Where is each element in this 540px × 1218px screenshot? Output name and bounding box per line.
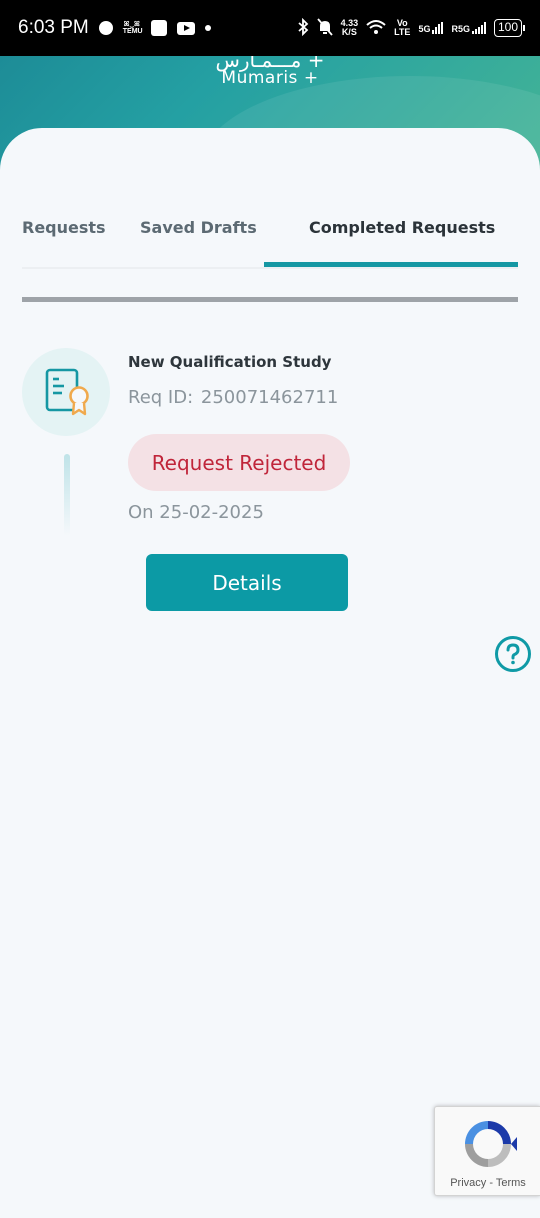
- temu-bottom: TEMU: [122, 28, 143, 35]
- tab-requests[interactable]: Requests: [22, 218, 106, 237]
- content-sheet: Requests Saved Drafts Completed Requests…: [0, 128, 540, 1218]
- temu-icon: ꕤ‿ꕤ TEMU: [122, 21, 143, 35]
- battery-level: 100: [497, 20, 518, 34]
- mute-bell-icon: [316, 17, 333, 39]
- details-button[interactable]: Details: [146, 554, 348, 611]
- chat-bubble-icon: [98, 21, 113, 35]
- net1-label: 5G: [418, 24, 431, 34]
- status-time: 6:03 PM: [18, 17, 89, 38]
- request-icon-circle: [22, 348, 110, 436]
- youtube-icon: [176, 21, 195, 35]
- tab-active-indicator: [264, 262, 518, 267]
- volte-bottom: LTE: [394, 27, 411, 37]
- signal-icon: 5G: [418, 22, 444, 34]
- section-divider: [22, 297, 518, 302]
- certificate-icon: [45, 368, 89, 416]
- square-app-icon: [150, 20, 167, 36]
- request-date: On 25-02-2025: [128, 502, 264, 523]
- request-id-value: 250071462711: [200, 387, 339, 408]
- status-right: 4.33 K/S Vo LTE 5G R5G 100: [297, 17, 526, 39]
- dot-icon: [204, 25, 211, 31]
- tab-completed-requests[interactable]: Completed Requests: [309, 218, 495, 237]
- request-title: New Qualification Study: [128, 353, 332, 371]
- status-bar: 6:03 PM ꕤ‿ꕤ TEMU 4.33 K/S Vo LTE 5G R5G 100: [0, 0, 540, 56]
- help-question-icon: [506, 643, 520, 665]
- recaptcha-icon: [465, 1121, 517, 1167]
- help-button[interactable]: [495, 636, 531, 672]
- brand-english: Mumaris +: [221, 68, 319, 88]
- request-tabs: Requests Saved Drafts Completed Requests: [0, 218, 540, 268]
- request-id: Req ID: 250071462711: [128, 387, 338, 408]
- wifi-icon: [366, 19, 386, 38]
- recaptcha-badge[interactable]: Privacy - Terms: [434, 1106, 540, 1196]
- tab-saved-drafts[interactable]: Saved Drafts: [140, 218, 257, 237]
- battery-icon: 100: [493, 19, 526, 37]
- net2-label: R5G: [451, 24, 470, 34]
- temu-top: ꕤ‿ꕤ: [123, 21, 140, 28]
- recaptcha-links[interactable]: Privacy - Terms: [435, 1177, 540, 1189]
- speed-indicator: 4.33 K/S: [341, 19, 359, 37]
- request-id-label: Req ID:: [128, 387, 194, 408]
- speed-unit: K/S: [341, 27, 357, 37]
- timeline-line: [64, 454, 70, 536]
- volte-indicator: Vo LTE: [394, 19, 410, 37]
- signal-icon-2: R5G: [451, 22, 486, 34]
- tab-underline: [22, 267, 518, 269]
- bluetooth-icon: [297, 17, 309, 39]
- status-badge: Request Rejected: [128, 434, 350, 491]
